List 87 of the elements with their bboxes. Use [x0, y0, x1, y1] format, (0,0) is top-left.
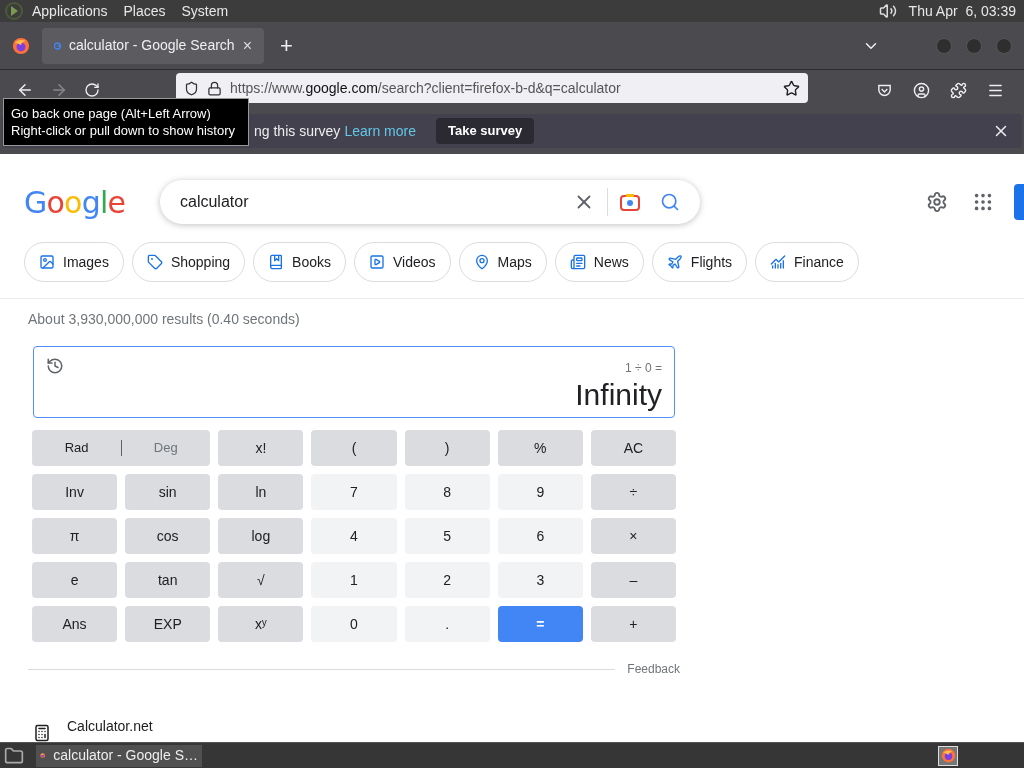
panel-menu[interactable]: System [181, 0, 229, 22]
angle-mode-option[interactable]: Rad [32, 430, 122, 466]
calculator-key[interactable]: 0 [311, 606, 397, 642]
calculator-key[interactable]: AC [590, 430, 676, 466]
browser-tab[interactable]: calculator - Google Search × [42, 27, 264, 64]
panel-menu[interactable]: Applications [32, 0, 108, 22]
search-query: calculator [180, 192, 250, 212]
calculator-key[interactable]: √ [218, 562, 304, 598]
calculator-key[interactable]: 2 [404, 562, 490, 598]
url-text: https://www.google.com/search?client=firefox-b-d&q=calculator [230, 78, 622, 98]
calculator-result: Infinity [575, 377, 662, 413]
feedback-link[interactable]: Feedback [627, 660, 680, 678]
calculator-key[interactable]: x! [218, 430, 304, 466]
calculator-key[interactable]: – [590, 562, 676, 598]
panel-menu[interactable]: Places [123, 0, 166, 22]
history-icon[interactable] [46, 357, 64, 375]
calculator-key[interactable]: log [218, 518, 304, 554]
notification-text: ng this survey [254, 121, 341, 141]
calculator-key[interactable]: ln [218, 474, 304, 510]
camera-icon[interactable] [620, 193, 640, 211]
search-field[interactable]: calculator [160, 180, 700, 224]
calculator-key[interactable]: ) [404, 430, 490, 466]
calculator-key[interactable]: Inv [32, 474, 118, 510]
apps-grid-icon[interactable] [972, 191, 994, 213]
account-icon[interactable] [913, 81, 930, 99]
settings-icon[interactable] [926, 191, 948, 213]
book-icon [268, 254, 285, 270]
shield-icon[interactable] [184, 80, 199, 96]
workspace-switcher[interactable] [938, 745, 958, 766]
tooltip-line: Right-click or pull down to show history [11, 122, 236, 139]
image-icon [39, 254, 55, 270]
calculator-key[interactable]: + [590, 606, 676, 642]
calculator-key[interactable]: 9 [497, 474, 583, 510]
google-logo[interactable]: Google [24, 179, 160, 225]
calculator-key[interactable]: ÷ [590, 474, 676, 510]
calculator-key[interactable]: tan [125, 562, 211, 598]
url-field[interactable]: https://www.google.com/search?client=firefox-b-d&q=calculator [176, 73, 808, 103]
calculator-key[interactable]: 7 [311, 474, 397, 510]
calculator-key[interactable]: × [590, 518, 676, 554]
tab-close-button[interactable]: × [242, 33, 252, 58]
result-stats: About 3,930,000,000 results (0.40 seconds) [27, 310, 301, 329]
pin-icon [473, 254, 490, 270]
calculator-key[interactable]: ( [311, 430, 397, 466]
forward-icon[interactable] [50, 81, 68, 99]
chart-icon [770, 254, 787, 270]
angle-mode-option[interactable]: Deg [121, 430, 211, 466]
calculator-key[interactable]: cos [125, 518, 211, 554]
learn-more-link[interactable]: Learn more [344, 120, 416, 142]
calculator-key[interactable]: 6 [497, 518, 583, 554]
calculator-key[interactable]: EXP [125, 606, 211, 642]
play-icon [369, 254, 385, 270]
calculator-key[interactable]: 5 [404, 518, 490, 554]
tag-icon [146, 254, 163, 270]
firefox-icon [940, 748, 956, 763]
back-icon[interactable] [16, 81, 34, 99]
calculator-key[interactable]: Ans [32, 606, 118, 642]
bookmark-star-icon[interactable] [783, 79, 800, 97]
plane-icon [666, 254, 683, 270]
calculator-key[interactable]: sin [125, 474, 211, 510]
calculator-key[interactable]: 1 [311, 562, 397, 598]
tooltip-line: Go back one page (Alt+Left Arrow) [11, 105, 212, 122]
calculator-key[interactable]: % [497, 430, 583, 466]
calculator-key[interactable]: xʸ [218, 606, 304, 642]
volume-icon[interactable] [878, 2, 897, 20]
take-survey-button[interactable]: Take survey [435, 118, 535, 144]
calculator-key[interactable]: . [404, 606, 490, 642]
calculator-key[interactable]: = [497, 606, 583, 642]
calculator-key[interactable]: 8 [404, 474, 490, 510]
panel-clock[interactable]: Thu Apr 6, 03:39 [908, 0, 1020, 22]
result-title[interactable]: Calculator.net [67, 716, 153, 737]
new-tab-button[interactable]: + [280, 34, 293, 57]
tab-title: calculator - Google Search [68, 36, 235, 55]
newspaper-icon [569, 254, 586, 270]
calculator-expression: 1 ÷ 0 = [625, 360, 662, 377]
extensions-icon[interactable] [950, 81, 967, 99]
search-icon[interactable] [660, 192, 680, 212]
calculator-icon [33, 724, 51, 742]
firefox-icon [12, 36, 30, 55]
show-desktop-icon[interactable] [4, 745, 24, 766]
calculator-key[interactable]: e [32, 562, 118, 598]
calculator-key[interactable]: 3 [497, 562, 583, 598]
calculator-key[interactable]: π [32, 518, 118, 554]
distro-logo-icon [4, 2, 24, 20]
taskbar-window-button[interactable]: calculator - Google S… [36, 744, 202, 767]
reload-icon[interactable] [84, 82, 100, 98]
lock-icon[interactable] [207, 80, 222, 96]
calculator-key[interactable]: 4 [311, 518, 397, 554]
